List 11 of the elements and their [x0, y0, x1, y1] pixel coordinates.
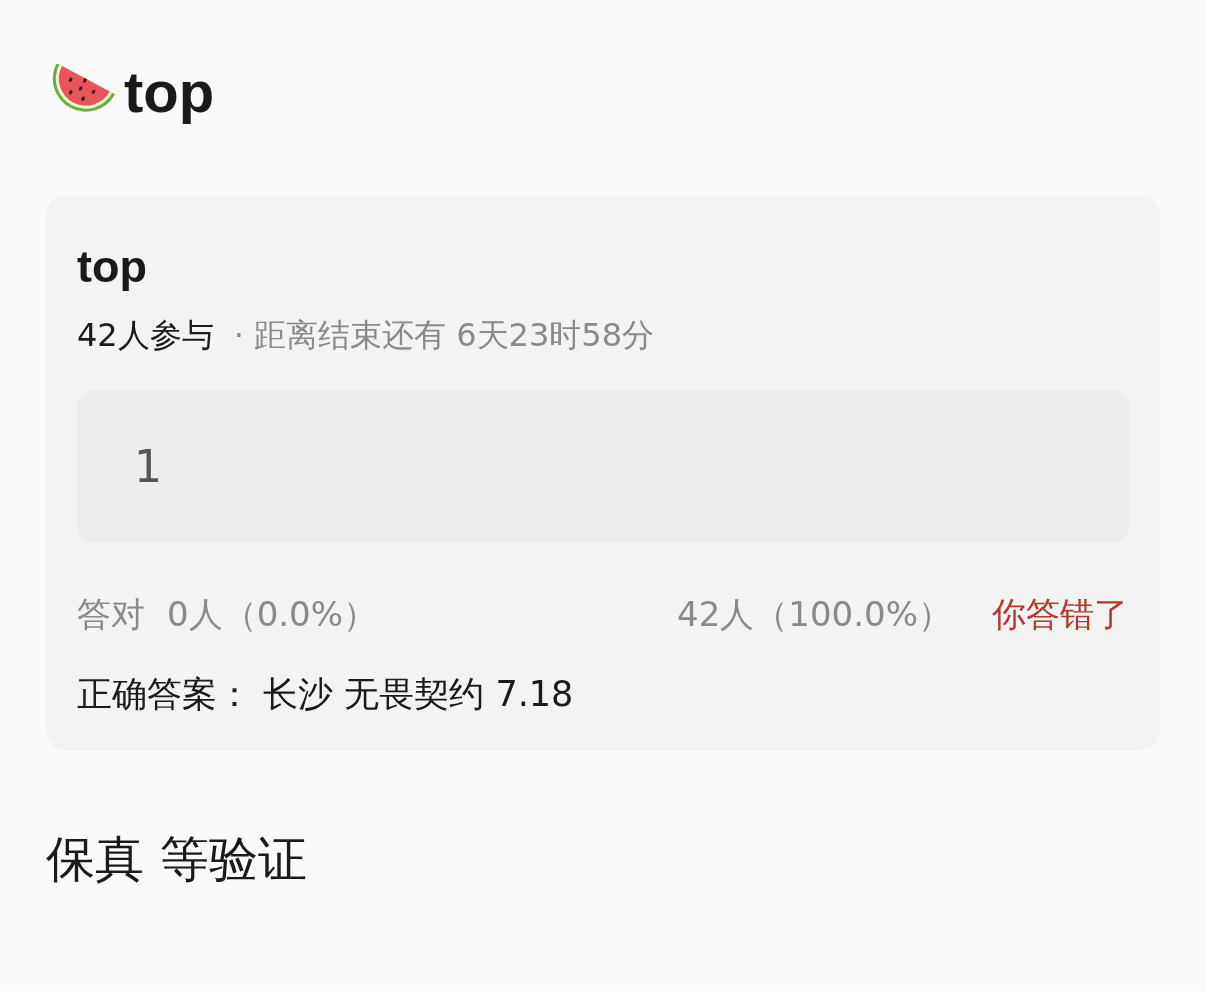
note-text: 保真 等验证 [46, 830, 307, 890]
correct-count: 0人（0.0%） [167, 593, 377, 636]
poll-title: top [77, 240, 147, 294]
correct-answer: 正确答案： 长沙 无畏契约 7.18 [77, 673, 574, 716]
wrong-count: 42人（100.0%） [677, 593, 952, 636]
time-remaining: · 距离结束还有 6天23时58分 [233, 315, 655, 356]
page-title: top [124, 60, 215, 124]
result-text: 你答错了 [992, 593, 1128, 636]
answer-box: 1 [77, 390, 1130, 542]
correct-label: 答对 [77, 593, 145, 636]
participant-count: 42人参与 [77, 315, 214, 356]
